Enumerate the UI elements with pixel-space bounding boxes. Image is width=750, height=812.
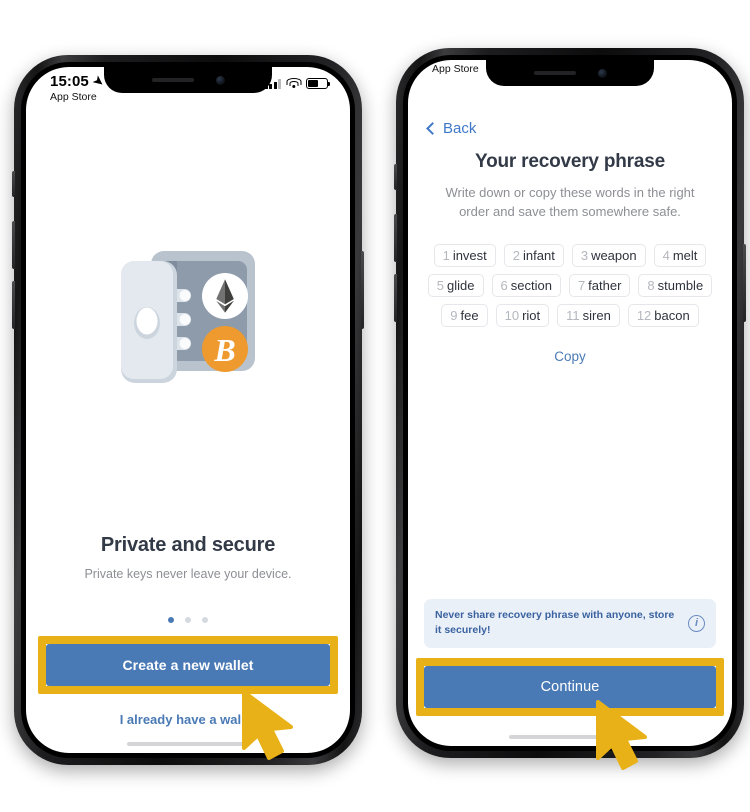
- word-index: 12: [636, 307, 652, 323]
- recovery-word-chip[interactable]: 4 melt: [653, 243, 707, 267]
- front-camera-icon: [215, 75, 225, 85]
- word-index: 7: [577, 277, 586, 293]
- battery-icon: [306, 78, 331, 89]
- mute-switch[interactable]: [394, 164, 397, 190]
- recovery-word-chip[interactable]: 2 infant: [503, 243, 564, 267]
- recovery-word-chip[interactable]: 9 fee: [441, 303, 488, 327]
- recovery-word-chip[interactable]: 8 stumble: [638, 273, 713, 297]
- word-index: 2: [512, 247, 521, 263]
- word-text: riot: [522, 307, 541, 323]
- word-text: section: [510, 277, 552, 293]
- info-circle-icon[interactable]: i: [688, 614, 705, 632]
- recovery-word-chip[interactable]: 1 invest: [433, 243, 496, 267]
- mouse-cursor-left: [242, 690, 293, 760]
- left-phone-device: 15:05 ➤ App Store B Private and secure P…: [12, 55, 364, 765]
- earpiece-speaker-icon: [533, 71, 576, 75]
- notch: [104, 67, 272, 93]
- status-time-label: 15:05: [50, 73, 89, 90]
- status-time: 15:05 ➤: [50, 72, 107, 90]
- wifi-icon: [286, 78, 301, 89]
- continue-button[interactable]: Continue: [424, 666, 716, 708]
- word-index: 1: [442, 247, 450, 263]
- word-text: invest: [452, 247, 487, 263]
- status-back-app-label[interactable]: App Store: [432, 63, 479, 75]
- word-text: fee: [460, 307, 479, 323]
- word-index: 4: [662, 247, 670, 263]
- left-phone-screen: 15:05 ➤ App Store B Private and secure P…: [26, 67, 350, 753]
- power-button[interactable]: [743, 244, 746, 322]
- warning-text: Never share recovery phrase with anyone,…: [435, 608, 675, 637]
- power-button[interactable]: [361, 251, 364, 329]
- page-dot-3[interactable]: [202, 617, 208, 623]
- word-text: father: [588, 277, 622, 293]
- recovery-word-chip[interactable]: 3 weapon: [571, 243, 646, 267]
- warning-banner: Never share recovery phrase with anyone,…: [424, 598, 716, 648]
- status-back-app-label[interactable]: App Store: [50, 91, 103, 103]
- back-button[interactable]: Back: [408, 106, 732, 137]
- back-button-label: Back: [443, 120, 477, 137]
- page-title: Private and secure: [100, 534, 276, 556]
- status-bar-right: [264, 78, 331, 89]
- recovery-word-chip[interactable]: 12 bacon: [627, 303, 699, 327]
- word-index: 5: [436, 277, 445, 293]
- word-text: melt: [672, 247, 698, 263]
- word-index: 11: [566, 307, 580, 323]
- volume-down-button[interactable]: [394, 274, 397, 322]
- word-index: 6: [500, 277, 508, 293]
- mouse-cursor-right: [596, 700, 647, 770]
- volume-up-button[interactable]: [12, 221, 15, 269]
- word-index: 8: [647, 277, 655, 293]
- home-indicator[interactable]: [127, 742, 249, 746]
- word-index: 3: [580, 247, 589, 263]
- word-index: 9: [450, 307, 458, 323]
- recovery-word-chip[interactable]: 11 siren: [557, 303, 620, 327]
- onboarding-illustration-area: B: [26, 67, 350, 534]
- recovery-phrase-screen: Back Your recovery phrase Write down or …: [408, 60, 732, 746]
- svg-text:B: B: [213, 332, 235, 368]
- volume-up-button[interactable]: [394, 214, 397, 262]
- earpiece-speaker-icon: [151, 78, 194, 82]
- page-subtitle: Private keys never leave your device.: [84, 567, 292, 581]
- word-text: weapon: [591, 247, 637, 263]
- status-bar-left: 15:05 ➤ App Store: [50, 72, 107, 103]
- volume-down-button[interactable]: [12, 281, 15, 329]
- page-dot-1[interactable]: [168, 617, 174, 623]
- right-phone-screen: App Store Back Your recovery phrase Writ…: [408, 60, 732, 746]
- safe-vault-with-crypto-coins-illustration: B: [121, 250, 255, 383]
- create-new-wallet-button[interactable]: Create a new wallet: [46, 644, 330, 686]
- already-have-wallet-link[interactable]: I already have a wallet: [26, 712, 350, 727]
- page-dot-2[interactable]: [185, 617, 191, 623]
- word-text: stumble: [657, 277, 704, 293]
- recovery-word-chip[interactable]: 6 section: [491, 273, 561, 297]
- left-phone-bezel: 15:05 ➤ App Store B Private and secure P…: [21, 62, 355, 758]
- right-phone-bezel: App Store Back Your recovery phrase Writ…: [403, 55, 737, 751]
- front-camera-icon: [597, 68, 607, 78]
- recovery-word-chip[interactable]: 5 glide: [427, 273, 484, 297]
- continue-highlight-box: Continue: [416, 658, 724, 716]
- recovery-words-list: 1 invest 2 infant 3 weapon 4 melt 5 glide 6 se…: [424, 243, 716, 327]
- onboarding-text-block: Private and secure Private keys never le…: [26, 534, 350, 581]
- word-text: glide: [447, 277, 475, 293]
- mute-switch[interactable]: [12, 171, 15, 197]
- onboarding-screen: B Private and secure Private keys never …: [26, 67, 350, 753]
- recovery-word-chip[interactable]: 7 father: [568, 273, 631, 297]
- status-bar-left: App Store: [432, 62, 479, 75]
- page-subtitle: Write down or copy these words in the ri…: [445, 185, 695, 219]
- word-text: bacon: [654, 307, 690, 323]
- recovery-word-chip[interactable]: 10 riot: [495, 303, 550, 327]
- word-text: siren: [582, 307, 611, 323]
- chevron-left-icon: [426, 121, 439, 135]
- page-indicator-dots[interactable]: [26, 617, 350, 623]
- copy-link[interactable]: Copy: [408, 349, 732, 364]
- word-index: 10: [504, 307, 520, 323]
- word-text: infant: [523, 247, 555, 263]
- page-title: Your recovery phrase: [475, 151, 665, 172]
- flex-spacer: [408, 364, 732, 599]
- create-wallet-highlight-box: Create a new wallet: [38, 636, 338, 694]
- screenshot-stage: 15:05 ➤ App Store B Private and secure P…: [0, 0, 750, 812]
- notch: [486, 60, 654, 86]
- right-phone-device: App Store Back Your recovery phrase Writ…: [394, 48, 746, 758]
